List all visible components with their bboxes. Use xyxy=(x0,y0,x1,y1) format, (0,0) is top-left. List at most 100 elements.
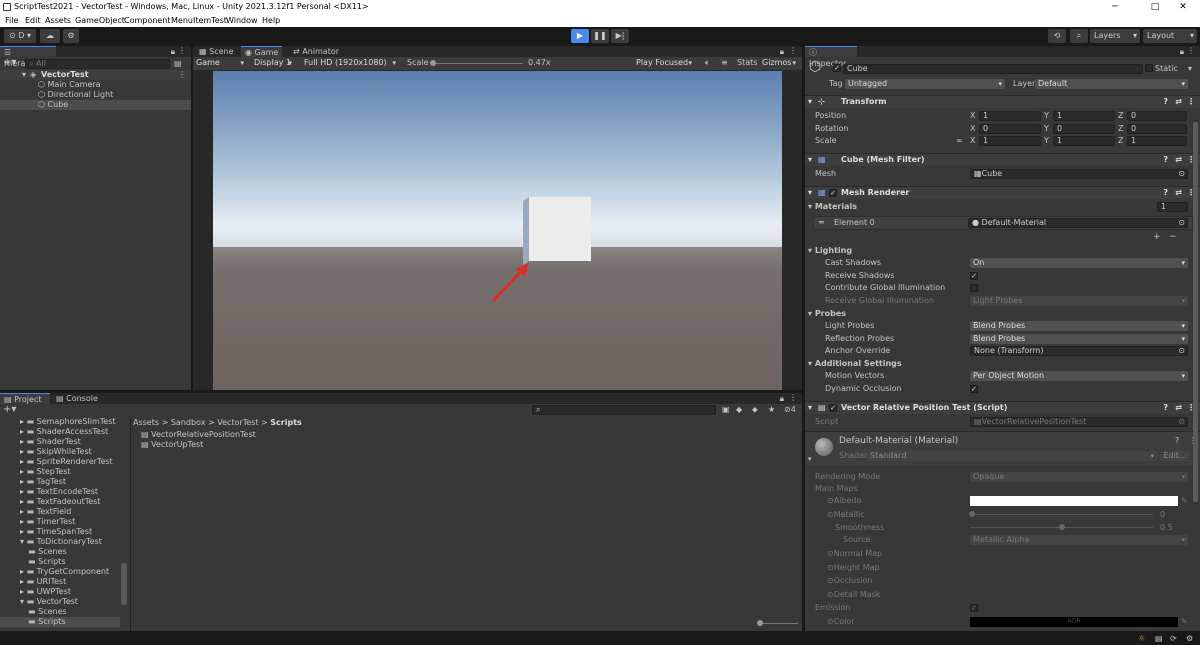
object-picker-icon[interactable]: ⊙ xyxy=(1178,347,1185,355)
layers-dropdown[interactable]: Layers ▾ xyxy=(1090,29,1140,43)
icon-size-slider[interactable] xyxy=(760,623,798,624)
search-by-type-icon[interactable]: ▣ xyxy=(722,405,730,415)
static-checkbox[interactable] xyxy=(1145,64,1153,72)
position-x-field[interactable]: 1 xyxy=(979,111,1041,121)
contribute-gi-checkbox[interactable] xyxy=(970,284,978,292)
menu-menuitemtest[interactable]: MenuItemTest xyxy=(171,16,227,25)
close-button[interactable]: ✕ xyxy=(1166,0,1200,14)
menu-gameobject[interactable]: GameObject xyxy=(75,16,125,25)
folder-tree-item[interactable]: ▸ ▬ TagTest xyxy=(20,477,66,487)
cloud-button[interactable]: ☁ xyxy=(40,29,60,43)
tab-inspector[interactable]: ⓘ Inspector xyxy=(805,46,857,68)
mesh-field[interactable]: ▦Cube ⊙ xyxy=(970,169,1188,179)
more-icon[interactable]: ⋮ xyxy=(789,393,797,402)
folder-tree-item[interactable]: ▸ ▬ URITest xyxy=(20,577,66,587)
sync-icon[interactable]: ⟳ xyxy=(1170,634,1177,644)
axis-label[interactable]: Z xyxy=(1118,124,1123,134)
folder-tree-item[interactable]: ▸ ▬ ShaderTest xyxy=(20,437,81,447)
play-focused-dropdown[interactable]: Play Focused xyxy=(633,58,695,68)
favorite-icon[interactable]: ★ xyxy=(768,405,775,415)
axis-label[interactable]: X xyxy=(970,136,975,146)
scene-row[interactable]: ▾ ◈ VectorTest ⋮ xyxy=(0,70,191,80)
layout-dropdown[interactable]: Layout ▾ xyxy=(1143,29,1197,43)
folder-tree-item[interactable]: ▸ ▬ SpriteRendererTest xyxy=(20,457,113,467)
display-dropdown[interactable]: Display 1 xyxy=(251,58,295,68)
cast-shadows-dropdown[interactable]: On xyxy=(970,258,1188,268)
folder-tree-item[interactable]: ▸ ▬ SemaphoreSlimTest xyxy=(20,417,116,427)
label-icon[interactable]: ⬥ xyxy=(752,405,758,415)
folder-tree-item[interactable]: ▸ ▬ TextFadeoutTest xyxy=(20,497,100,507)
breadcrumb-scripts[interactable]: Scripts xyxy=(270,418,302,427)
stats-button[interactable]: Stats xyxy=(737,58,757,68)
object-picker-icon[interactable]: ⊙ xyxy=(1178,170,1185,178)
tab-project[interactable]: ▤ Project xyxy=(0,393,50,404)
tab-game[interactable]: ◉ Game xyxy=(241,46,283,57)
game-viewport[interactable] xyxy=(213,71,782,390)
lock-icon[interactable]: 🔒︎ xyxy=(780,47,784,57)
lighting-foldout[interactable]: ▾ Lighting xyxy=(808,246,852,256)
folder-tree-item[interactable]: ▬ Scripts xyxy=(0,617,120,627)
position-y-field[interactable]: 1 xyxy=(1053,111,1115,121)
menu-window[interactable]: Window xyxy=(226,16,258,25)
layer-dropdown[interactable]: Default xyxy=(1035,79,1188,89)
search-button[interactable]: ⌕ xyxy=(1070,29,1088,43)
search-by-label-icon[interactable]: ◆ xyxy=(736,405,742,415)
gizmos-dropdown[interactable]: Gizmos xyxy=(759,58,799,68)
scale-y-field[interactable]: 1 xyxy=(1053,136,1115,146)
folder-tree-item[interactable]: ▬ Scripts xyxy=(28,557,65,567)
material-field[interactable]: ● Default-Material ⊙ xyxy=(968,218,1188,228)
pause-button[interactable]: ❚❚ xyxy=(591,29,609,43)
axis-label[interactable]: X xyxy=(970,111,975,121)
tab-hierarchy[interactable]: ☰ Hierarchy xyxy=(0,46,56,68)
folder-tree-item[interactable]: ▬ Scenes xyxy=(28,547,67,557)
lock-icon[interactable]: 🔒︎ xyxy=(171,47,175,57)
axis-label[interactable]: Y xyxy=(1044,136,1049,146)
folder-tree-item[interactable]: ▸ ▬ UWPTest xyxy=(20,587,71,597)
play-button[interactable]: ▶ xyxy=(571,29,589,43)
receive-shadows-checkbox[interactable]: ✓ xyxy=(970,272,978,280)
folder-tree-item[interactable]: ▸ ▬ TextEncodeTest xyxy=(20,487,98,497)
breadcrumb-sandbox[interactable]: Sandbox xyxy=(171,418,206,427)
scale-z-field[interactable]: 1 xyxy=(1127,136,1187,146)
axis-label[interactable]: Z xyxy=(1118,111,1123,121)
folder-tree-item[interactable]: ▸ ▬ TimeSpanTest xyxy=(20,527,92,537)
position-z-field[interactable]: 0 xyxy=(1127,111,1187,121)
help-icon[interactable]: ? xyxy=(1163,402,1168,414)
project-search-input[interactable]: ⌕ xyxy=(532,405,716,415)
help-icon[interactable]: ? xyxy=(1163,96,1168,108)
anchor-override-field[interactable]: None (Transform) ⊙ xyxy=(970,346,1188,356)
tab-scene[interactable]: ▦ Scene xyxy=(195,46,238,57)
help-icon[interactable]: ? xyxy=(1163,187,1168,199)
chevron-down-icon[interactable]: ▾ xyxy=(1188,64,1192,74)
object-picker-icon[interactable]: ⊙ xyxy=(1178,219,1185,227)
collab-button[interactable]: ⚙ xyxy=(63,29,79,43)
help-icon[interactable]: ? xyxy=(1163,154,1168,166)
file-item[interactable]: ▤ VectorUpTest xyxy=(141,440,203,450)
presets-icon[interactable]: ⇄ xyxy=(1175,154,1182,166)
light-probes-dropdown[interactable]: Blend Probes xyxy=(970,321,1188,331)
remove-element-button[interactable]: − xyxy=(1169,232,1177,242)
hierarchy-item-directional-light[interactable]: ⬡ Directional Light xyxy=(38,90,113,100)
menu-help[interactable]: Help xyxy=(262,16,280,25)
tag-dropdown[interactable]: Untagged xyxy=(845,79,1005,89)
folder-tree-item[interactable]: ▸ ▬ StepTest xyxy=(20,467,71,477)
axis-label[interactable]: Y xyxy=(1044,111,1049,121)
drag-handle-icon[interactable]: ═ xyxy=(819,218,824,228)
tab-animator[interactable]: ⇄ Animator xyxy=(289,46,343,57)
tab-console[interactable]: ▤ Console xyxy=(52,393,102,404)
add-element-button[interactable]: + xyxy=(1153,232,1161,242)
add-button[interactable]: +▾ xyxy=(3,58,16,68)
lock-icon[interactable]: 🔒︎ xyxy=(1180,47,1184,57)
materials-count-field[interactable]: 1 xyxy=(1157,202,1188,212)
resolution-dropdown[interactable]: Full HD (1920x1080) xyxy=(301,58,399,68)
lighting-status-icon[interactable]: ☼ xyxy=(1138,634,1145,644)
motion-vectors-dropdown[interactable]: Per Object Motion xyxy=(970,371,1188,381)
axis-label[interactable]: X xyxy=(970,124,975,134)
stats-icon[interactable]: ≡ xyxy=(721,58,728,68)
lock-icon[interactable]: 🔒︎ xyxy=(780,394,784,404)
rotation-z-field[interactable]: 0 xyxy=(1127,123,1187,134)
breadcrumb-assets[interactable]: Assets xyxy=(133,418,159,427)
mesh-renderer-header[interactable]: ▾ ▦ ✓ Mesh Renderer ? ⇄ ⋮ xyxy=(805,186,1200,199)
mesh-filter-header[interactable]: ▾ ▦ Cube (Mesh Filter) ? ⇄ ⋮ xyxy=(805,153,1200,166)
menu-file[interactable]: File xyxy=(5,16,18,25)
